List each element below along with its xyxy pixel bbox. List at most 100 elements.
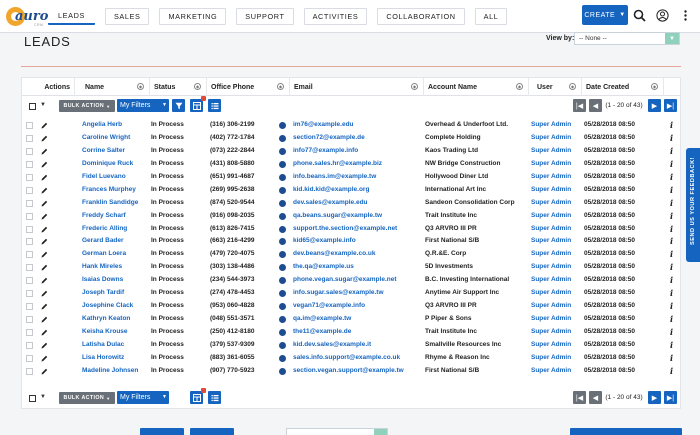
header-user[interactable]: User ◆ bbox=[529, 78, 582, 96]
info-icon[interactable]: i bbox=[670, 300, 676, 313]
first-page-button[interactable]: |◀ bbox=[573, 391, 586, 404]
row-checkbox[interactable] bbox=[26, 367, 33, 375]
edit-pencil-icon[interactable] bbox=[41, 184, 49, 197]
phone-call-icon[interactable] bbox=[279, 173, 286, 181]
edit-pencil-icon[interactable] bbox=[41, 248, 49, 261]
lead-user-link[interactable]: Super Admin bbox=[531, 145, 579, 158]
lead-user-link[interactable]: Super Admin bbox=[531, 300, 579, 313]
edit-pencil-icon[interactable] bbox=[41, 119, 49, 132]
edit-pencil-icon[interactable] bbox=[41, 171, 49, 184]
phone-call-icon[interactable] bbox=[279, 186, 286, 194]
lead-user-link[interactable]: Super Admin bbox=[531, 235, 579, 248]
prev-page-button[interactable]: ◀ bbox=[589, 391, 602, 404]
edit-pencil-icon[interactable] bbox=[41, 287, 49, 300]
select-all-checkbox[interactable] bbox=[29, 103, 36, 110]
lead-name-link[interactable]: Frances Murphey bbox=[82, 184, 150, 197]
table-row[interactable]: Madeline Johnsen In Process (907) 770-5923… bbox=[22, 365, 680, 378]
sort-icon[interactable]: ◆ bbox=[194, 83, 201, 90]
row-checkbox[interactable] bbox=[26, 251, 33, 259]
lead-name-link[interactable]: Freddy Scharf bbox=[82, 210, 150, 223]
lead-user-link[interactable]: Super Admin bbox=[531, 326, 579, 339]
row-checkbox[interactable] bbox=[26, 160, 33, 168]
lead-name-link[interactable]: Franklin Sandidge bbox=[82, 197, 150, 210]
phone-call-icon[interactable] bbox=[279, 264, 286, 272]
sort-icon[interactable]: ◆ bbox=[137, 83, 144, 90]
row-checkbox[interactable] bbox=[26, 277, 33, 285]
table-row[interactable]: Angelia Herb In Process (316) 306-2199 im76… bbox=[22, 119, 680, 132]
bulk-action-button[interactable]: BULK ACTION ▼ bbox=[59, 392, 115, 404]
edit-pencil-icon[interactable] bbox=[41, 300, 49, 313]
lead-email-link[interactable]: phone.vegan.sugar@example.net bbox=[293, 274, 421, 287]
info-icon[interactable]: i bbox=[670, 158, 676, 171]
nav-tab-collaboration[interactable]: COLLABORATION bbox=[377, 8, 465, 25]
user-profile-icon[interactable] bbox=[656, 9, 669, 22]
lead-name-link[interactable]: Frederic Alling bbox=[82, 223, 150, 236]
edit-pencil-icon[interactable] bbox=[41, 365, 49, 378]
lead-user-link[interactable]: Super Admin bbox=[531, 352, 579, 365]
lead-name-link[interactable]: Gerard Bader bbox=[82, 235, 150, 248]
chevron-down-icon[interactable]: ▼ bbox=[40, 102, 46, 108]
table-row[interactable]: Josephine Clack In Process (953) 060-4828 v… bbox=[22, 300, 680, 313]
header-status[interactable]: Status ◆ bbox=[150, 78, 207, 96]
table-row[interactable]: Frederic Alling In Process (613) 826-7415 s… bbox=[22, 223, 680, 236]
row-checkbox[interactable] bbox=[26, 186, 33, 194]
edit-pencil-icon[interactable] bbox=[41, 158, 49, 171]
lead-name-link[interactable]: Lisa Horowitz bbox=[82, 352, 150, 365]
column-chooser-button[interactable] bbox=[190, 96, 206, 112]
edit-pencil-icon[interactable] bbox=[41, 210, 49, 223]
my-filters-button[interactable]: My Filters ▼ bbox=[117, 99, 169, 112]
lead-email-link[interactable]: qa.beans.sugar@example.tw bbox=[293, 210, 421, 223]
lead-user-link[interactable]: Super Admin bbox=[531, 287, 579, 300]
lead-user-link[interactable]: Super Admin bbox=[531, 248, 579, 261]
lead-email-link[interactable]: the.qa@example.us bbox=[293, 261, 421, 274]
table-row[interactable]: Corrine Salter In Process (073) 222-2844 in… bbox=[22, 145, 680, 158]
lead-email-link[interactable]: the11@example.de bbox=[293, 326, 421, 339]
lead-name-link[interactable]: Hank Mireles bbox=[82, 261, 150, 274]
next-page-button[interactable]: ▶ bbox=[648, 391, 661, 404]
table-row[interactable]: Gerard Bader In Process (663) 216-4299 kid6… bbox=[22, 235, 680, 248]
table-row[interactable]: Dominique Ruck In Process (431) 808-5880 ph… bbox=[22, 158, 680, 171]
table-row[interactable]: Isaias Downs In Process (234) 544-3973 phon… bbox=[22, 274, 680, 287]
info-icon[interactable]: i bbox=[670, 287, 676, 300]
bottom-select[interactable] bbox=[286, 428, 388, 435]
sort-icon[interactable]: ◆ bbox=[411, 83, 418, 90]
phone-call-icon[interactable] bbox=[279, 134, 286, 142]
last-page-button[interactable]: ▶| bbox=[664, 99, 677, 112]
phone-call-icon[interactable] bbox=[279, 238, 286, 246]
lead-email-link[interactable]: qa.im@example.tw bbox=[293, 313, 421, 326]
lead-email-link[interactable]: sales.info.support@example.co.uk bbox=[293, 352, 421, 365]
lead-email-link[interactable]: support.the.section@example.net bbox=[293, 223, 421, 236]
lead-name-link[interactable]: Corrine Salter bbox=[82, 145, 150, 158]
row-checkbox[interactable] bbox=[26, 290, 33, 298]
lead-name-link[interactable]: Isaias Downs bbox=[82, 274, 150, 287]
info-icon[interactable]: i bbox=[670, 197, 676, 210]
last-page-button[interactable]: ▶| bbox=[664, 391, 677, 404]
table-row[interactable]: Freddy Scharf In Process (916) 098-2035 qa.… bbox=[22, 210, 680, 223]
prev-page-button[interactable]: ◀ bbox=[589, 99, 602, 112]
lead-name-link[interactable]: Kathryn Keaton bbox=[82, 313, 150, 326]
lead-user-link[interactable]: Super Admin bbox=[531, 339, 579, 352]
phone-call-icon[interactable] bbox=[279, 367, 286, 375]
phone-call-icon[interactable] bbox=[279, 122, 286, 129]
row-checkbox[interactable] bbox=[26, 238, 33, 246]
nav-tab-activities[interactable]: ACTIVITIES bbox=[303, 8, 368, 25]
lead-user-link[interactable]: Super Admin bbox=[531, 261, 579, 274]
info-icon[interactable]: i bbox=[670, 248, 676, 261]
phone-call-icon[interactable] bbox=[279, 303, 286, 311]
bottom-button-2[interactable] bbox=[190, 428, 234, 435]
edit-pencil-icon[interactable] bbox=[41, 339, 49, 352]
lead-email-link[interactable]: kid.kid.kid@example.org bbox=[293, 184, 421, 197]
create-button[interactable]: CREATE ▼ bbox=[582, 5, 628, 25]
row-checkbox[interactable] bbox=[26, 122, 33, 129]
lead-name-link[interactable]: Keisha Krouse bbox=[82, 326, 150, 339]
lead-email-link[interactable]: info.beans.im@example.tw bbox=[293, 171, 421, 184]
edit-pencil-icon[interactable] bbox=[41, 132, 49, 145]
phone-call-icon[interactable] bbox=[279, 212, 286, 220]
phone-call-icon[interactable] bbox=[279, 147, 286, 155]
next-page-button[interactable]: ▶ bbox=[648, 99, 661, 112]
phone-call-icon[interactable] bbox=[279, 277, 286, 285]
nav-tab-sales[interactable]: SALES bbox=[104, 8, 150, 25]
lead-user-link[interactable]: Super Admin bbox=[531, 132, 579, 145]
table-row[interactable]: German Loera In Process (479) 720-4075 dev.… bbox=[22, 248, 680, 261]
first-page-button[interactable]: |◀ bbox=[573, 99, 586, 112]
